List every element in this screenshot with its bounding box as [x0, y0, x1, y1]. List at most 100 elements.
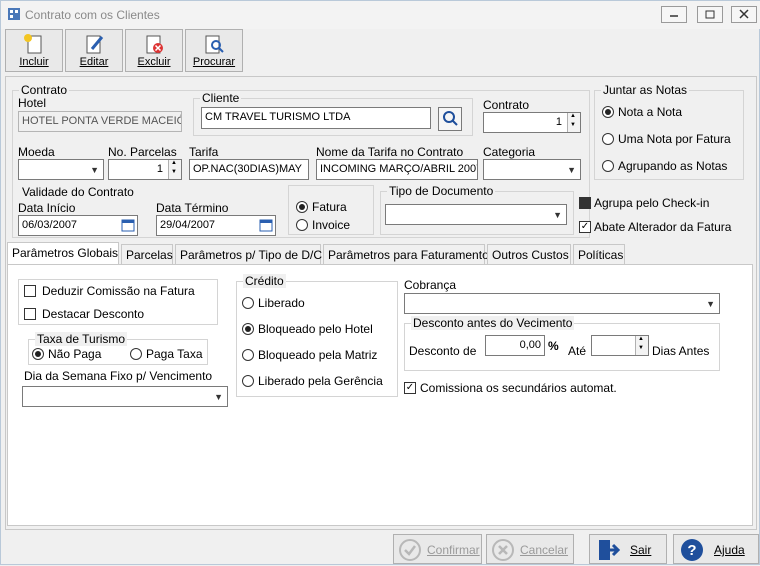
abate-checkbox[interactable]: ✓ — [579, 221, 591, 233]
credito-title: Crédito — [243, 274, 286, 288]
termino-field[interactable]: 29/04/2007 — [156, 215, 276, 236]
comissiona-checkbox[interactable]: ✓ — [404, 382, 416, 394]
cancelar-label: Cancelar — [520, 543, 569, 557]
cancel-circle-icon — [492, 539, 514, 561]
taxa-title: Taxa de Turismo — [35, 332, 128, 346]
cobranca-select[interactable]: ▼ — [404, 293, 720, 314]
inicio-field[interactable]: 06/03/2007 — [18, 215, 138, 236]
main-window: Contrato com os Clientes Incluir Editar … — [0, 0, 760, 565]
cliente-label: Cliente — [200, 91, 242, 105]
contrato-spinner[interactable] — [567, 113, 580, 132]
hotel-field[interactable]: HOTEL PONTA VERDE MACEIÓ — [18, 111, 182, 132]
nome-tarifa-field[interactable]: INCOMING MARÇO/ABRIL 2007 — [316, 159, 478, 180]
check-circle-icon — [399, 539, 421, 561]
agrupando-radio[interactable] — [602, 160, 614, 172]
tab-outros-custos[interactable]: Outros Custos — [487, 244, 571, 264]
tipo-documento-select[interactable]: ▼ — [385, 204, 567, 225]
ajuda-button[interactable]: ? Ajuda — [673, 534, 759, 564]
title-bar: Contrato com os Clientes — [1, 1, 760, 29]
contrato-field[interactable]: 1 — [483, 112, 581, 133]
fatura-label: Fatura — [312, 200, 347, 214]
cobranca-label: Cobrança — [404, 278, 457, 292]
nota-a-nota-radio[interactable] — [602, 106, 614, 118]
deduzir-label: Deduzir Comissão na Fatura — [42, 284, 195, 298]
tab-politicas[interactable]: Políticas — [573, 244, 625, 264]
calendar-icon[interactable] — [121, 218, 135, 232]
agrupando-label: Agrupando as Notas — [618, 159, 728, 173]
parcelas-value: 1 — [156, 163, 163, 175]
parcelas-field[interactable]: 1 — [108, 159, 182, 180]
restore-icon — [705, 10, 715, 19]
search-client-button[interactable] — [438, 107, 462, 131]
tipo-documento-title: Tipo de Documento — [387, 184, 496, 198]
abate-label: Abate Alterador da Fatura — [594, 220, 732, 234]
agrupa-checkbox[interactable] — [579, 197, 591, 209]
agrupa-label: Agrupa pelo Check-in — [594, 196, 710, 210]
desconto-field[interactable]: 0,00 — [485, 335, 545, 356]
maximize-button[interactable] — [697, 6, 723, 23]
tarifa-label: Tarifa — [189, 145, 219, 159]
nota-a-nota-label: Nota a Nota — [618, 105, 683, 119]
excluir-button[interactable]: Excluir — [125, 29, 183, 72]
uma-nota-label: Uma Nota por Fatura — [618, 132, 731, 146]
liberado-radio[interactable] — [242, 297, 254, 309]
desconto-title: Desconto antes do Vecimento — [411, 316, 575, 330]
comissiona-label: Comissiona os secundários automat. — [420, 381, 617, 395]
dia-select[interactable]: ▼ — [22, 386, 228, 407]
paga-taxa-radio[interactable] — [130, 348, 142, 360]
chevron-down-icon: ▼ — [90, 165, 99, 175]
chevron-down-icon: ▼ — [706, 299, 715, 309]
chevron-down-icon: ▼ — [214, 392, 223, 402]
nome-tarifa-label: Nome da Tarifa no Contrato — [316, 145, 464, 159]
invoice-label: Invoice — [312, 218, 351, 232]
liberado-gerencia-label: Liberado pela Gerência — [258, 374, 383, 388]
delete-document-icon — [146, 35, 163, 54]
ate-spinner[interactable] — [635, 336, 648, 355]
minimize-button[interactable] — [661, 6, 687, 23]
invoice-radio[interactable] — [296, 219, 308, 231]
cancelar-button[interactable]: Cancelar — [486, 534, 574, 564]
fatura-radio[interactable] — [296, 201, 308, 213]
dias-antes-label: Dias Antes — [652, 344, 710, 358]
confirmar-button[interactable]: Confirmar — [393, 534, 482, 564]
ate-field[interactable] — [591, 335, 649, 356]
tab-faturamento[interactable]: Parâmetros para Faturamento — [323, 244, 489, 264]
procurar-label: Procurar — [192, 56, 236, 68]
destacar-checkbox[interactable] — [24, 308, 36, 320]
procurar-button[interactable]: Procurar — [185, 29, 243, 72]
nao-paga-radio[interactable] — [32, 348, 44, 360]
uma-nota-radio[interactable] — [602, 133, 614, 145]
inicio-label: Data Início — [18, 201, 76, 215]
parcelas-spinner[interactable] — [168, 160, 181, 179]
liberado-gerencia-radio[interactable] — [242, 375, 254, 387]
help-icon: ? — [681, 539, 703, 561]
incluir-button[interactable]: Incluir — [5, 29, 63, 72]
tarifa-field[interactable]: OP.NAC(30DIAS)MAY — [189, 159, 309, 180]
edit-document-icon — [86, 35, 104, 54]
destacar-label: Destacar Desconto — [42, 307, 145, 321]
tab-parametros-globais[interactable]: Parâmetros Globais — [7, 242, 119, 265]
ate-label: Até — [568, 344, 587, 358]
moeda-select[interactable]: ▼ — [18, 159, 104, 180]
calendar-icon[interactable] — [259, 218, 273, 232]
liberado-label: Liberado — [258, 296, 305, 310]
bloqueado-matriz-label: Bloqueado pela Matriz — [258, 348, 378, 362]
tab-parcelas[interactable]: Parcelas — [121, 244, 173, 264]
termino-label: Data Término — [156, 201, 229, 215]
chevron-down-icon: ▼ — [567, 165, 576, 175]
sair-button[interactable]: Sair — [589, 534, 667, 564]
bloqueado-matriz-radio[interactable] — [242, 349, 254, 361]
close-button[interactable] — [731, 6, 757, 23]
editar-button[interactable]: Editar — [65, 29, 123, 72]
ajuda-label: Ajuda — [714, 543, 745, 557]
nao-paga-label: Não Paga — [48, 347, 102, 361]
categoria-select[interactable]: ▼ — [483, 159, 581, 180]
percent-symbol: % — [548, 339, 559, 353]
incluir-label: Incluir — [19, 56, 49, 68]
cliente-field[interactable]: CM TRAVEL TURISMO LTDA — [201, 107, 431, 129]
bloqueado-hotel-radio[interactable] — [242, 323, 254, 335]
deduzir-checkbox[interactable] — [24, 285, 36, 297]
juntar-notas-title: Juntar as Notas — [601, 83, 690, 97]
desconto-label: Desconto de — [409, 344, 477, 358]
tab-tipo-dc[interactable]: Parâmetros p/ Tipo de D/C — [175, 244, 322, 264]
